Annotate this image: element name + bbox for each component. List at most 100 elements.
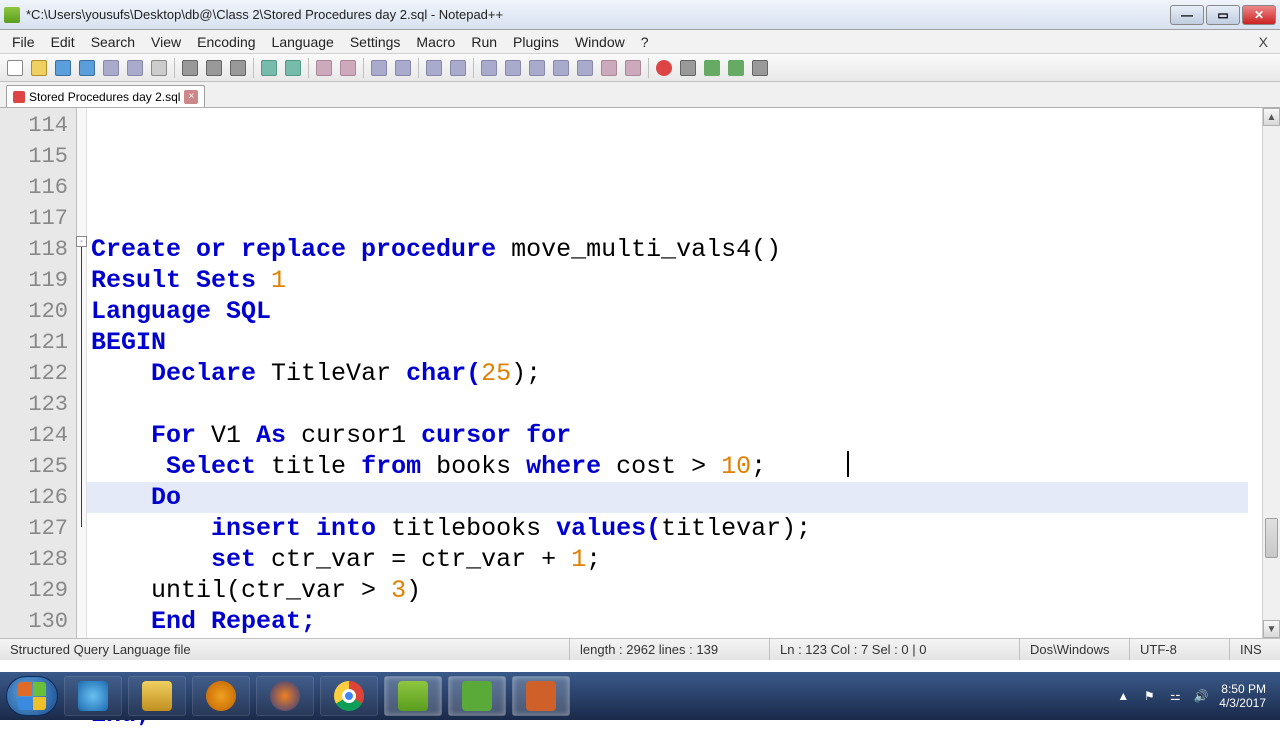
taskbar-explorer[interactable] bbox=[128, 676, 186, 716]
toolbar-sync-v[interactable] bbox=[423, 57, 445, 79]
toolbar-find[interactable] bbox=[313, 57, 335, 79]
code-line[interactable]: Language SQL bbox=[91, 296, 1262, 327]
toolbar-redo[interactable] bbox=[282, 57, 304, 79]
taskbar-notepadpp[interactable] bbox=[384, 676, 442, 716]
toolbar-copy[interactable] bbox=[203, 57, 225, 79]
line-number: 127 bbox=[0, 513, 68, 544]
menu-edit[interactable]: Edit bbox=[43, 31, 83, 53]
line-number-gutter: 1141151161171181191201211221231241251261… bbox=[0, 108, 77, 638]
app-icon bbox=[4, 7, 20, 23]
code-line[interactable]: End Repeat; bbox=[91, 606, 1262, 637]
minimize-button[interactable]: — bbox=[1170, 5, 1204, 25]
code-line[interactable] bbox=[91, 637, 1262, 668]
code-line[interactable]: For V1 As cursor1 cursor for bbox=[91, 420, 1262, 451]
scroll-down-button[interactable]: ▼ bbox=[1263, 620, 1280, 638]
code-line[interactable]: Select title from books where cost > 10; bbox=[91, 451, 1262, 482]
code-line[interactable]: Do bbox=[87, 482, 1248, 513]
toolbar-close[interactable] bbox=[100, 57, 122, 79]
code-line[interactable] bbox=[91, 389, 1262, 420]
scroll-thumb[interactable] bbox=[1265, 518, 1278, 558]
tray-network-icon[interactable]: ⚍ bbox=[1167, 688, 1183, 704]
toolbar-save-macro[interactable] bbox=[749, 57, 771, 79]
tray-clock[interactable]: 8:50 PM 4/3/2017 bbox=[1219, 682, 1266, 710]
toolbar-save[interactable] bbox=[52, 57, 74, 79]
taskbar: ▲ ⚑ ⚍ 🔊 8:50 PM 4/3/2017 bbox=[0, 672, 1280, 720]
editor[interactable]: 1141151161171181191201211221231241251261… bbox=[0, 108, 1280, 638]
code-line[interactable]: Create or replace procedure move_multi_v… bbox=[91, 234, 1262, 265]
menu-plugins[interactable]: Plugins bbox=[505, 31, 567, 53]
line-number: 129 bbox=[0, 575, 68, 606]
taskbar-ie[interactable] bbox=[64, 676, 122, 716]
toolbar-doc2[interactable] bbox=[622, 57, 644, 79]
line-number: 115 bbox=[0, 141, 68, 172]
toolbar-play[interactable] bbox=[701, 57, 723, 79]
toolbar-paste[interactable] bbox=[227, 57, 249, 79]
toolbar-print[interactable] bbox=[148, 57, 170, 79]
code-line[interactable]: Result Sets 1 bbox=[91, 265, 1262, 296]
toolbar-indent[interactable] bbox=[526, 57, 548, 79]
toolbar-new[interactable] bbox=[4, 57, 26, 79]
code-line[interactable]: set ctr_var = ctr_var + 1; bbox=[91, 544, 1262, 575]
vertical-scrollbar[interactable]: ▲ ▼ bbox=[1262, 108, 1280, 638]
close-button[interactable]: ✕ bbox=[1242, 5, 1276, 25]
toolbar-allchars[interactable] bbox=[502, 57, 524, 79]
toolbar-save-all[interactable] bbox=[76, 57, 98, 79]
line-number: 123 bbox=[0, 389, 68, 420]
menu-search[interactable]: Search bbox=[83, 31, 143, 53]
toolbar-zoom-in[interactable] bbox=[368, 57, 390, 79]
taskbar-chrome[interactable] bbox=[320, 676, 378, 716]
line-number: 130 bbox=[0, 606, 68, 637]
line-number: 116 bbox=[0, 172, 68, 203]
code-area[interactable]: Create or replace procedure move_multi_v… bbox=[87, 108, 1262, 638]
menu-help[interactable]: ? bbox=[633, 31, 657, 53]
code-line[interactable]: until(ctr_var > 3) bbox=[91, 575, 1262, 606]
toolbar-doc1[interactable] bbox=[598, 57, 620, 79]
menu-view[interactable]: View bbox=[143, 31, 189, 53]
toolbar-undo[interactable] bbox=[258, 57, 280, 79]
toolbar-replace[interactable] bbox=[337, 57, 359, 79]
menu-run[interactable]: Run bbox=[463, 31, 505, 53]
line-number: 124 bbox=[0, 420, 68, 451]
taskbar-media-player[interactable] bbox=[192, 676, 250, 716]
line-number: 121 bbox=[0, 327, 68, 358]
tab-close-button[interactable]: × bbox=[184, 90, 198, 104]
fold-toggle-icon[interactable]: - bbox=[76, 236, 87, 247]
taskbar-camtasia-1[interactable] bbox=[448, 676, 506, 716]
menu-language[interactable]: Language bbox=[264, 31, 342, 53]
taskbar-firefox[interactable] bbox=[256, 676, 314, 716]
maximize-button[interactable]: ▭ bbox=[1206, 5, 1240, 25]
toolbar-lang[interactable] bbox=[550, 57, 572, 79]
line-number: 119 bbox=[0, 265, 68, 296]
toolbar-monitor[interactable] bbox=[574, 57, 596, 79]
tray-show-hidden-icon[interactable]: ▲ bbox=[1115, 688, 1131, 704]
mdi-close-button[interactable]: X bbox=[1251, 31, 1276, 53]
fold-column[interactable]: - bbox=[77, 108, 87, 638]
toolbar-sync-h[interactable] bbox=[447, 57, 469, 79]
menu-encoding[interactable]: Encoding bbox=[189, 31, 263, 53]
toolbar-cut[interactable] bbox=[179, 57, 201, 79]
toolbar-play-multi[interactable] bbox=[725, 57, 747, 79]
scroll-up-button[interactable]: ▲ bbox=[1263, 108, 1280, 126]
toolbar-stop[interactable] bbox=[677, 57, 699, 79]
toolbar-open[interactable] bbox=[28, 57, 50, 79]
titlebar: *C:\Users\yousufs\Desktop\db@\Class 2\St… bbox=[0, 0, 1280, 30]
code-line[interactable] bbox=[91, 203, 1262, 234]
menu-window[interactable]: Window bbox=[567, 31, 633, 53]
code-line[interactable]: Declare TitleVar char(25); bbox=[91, 358, 1262, 389]
menu-settings[interactable]: Settings bbox=[342, 31, 409, 53]
menu-macro[interactable]: Macro bbox=[408, 31, 463, 53]
toolbar-zoom-out[interactable] bbox=[392, 57, 414, 79]
taskbar-camtasia-2[interactable] bbox=[512, 676, 570, 716]
tray-volume-icon[interactable]: 🔊 bbox=[1193, 688, 1209, 704]
toolbar-record[interactable] bbox=[653, 57, 675, 79]
code-line[interactable]: BEGIN bbox=[91, 327, 1262, 358]
tray-action-center-icon[interactable]: ⚑ bbox=[1141, 688, 1157, 704]
toolbar-close-all[interactable] bbox=[124, 57, 146, 79]
toolbar-wrap[interactable] bbox=[478, 57, 500, 79]
tab-active[interactable]: Stored Procedures day 2.sql × bbox=[6, 85, 205, 107]
line-number: 120 bbox=[0, 296, 68, 327]
line-number: 118 bbox=[0, 234, 68, 265]
code-line[interactable]: insert into titlebooks values(titlevar); bbox=[91, 513, 1262, 544]
start-button[interactable] bbox=[6, 676, 58, 716]
menu-file[interactable]: File bbox=[4, 31, 43, 53]
